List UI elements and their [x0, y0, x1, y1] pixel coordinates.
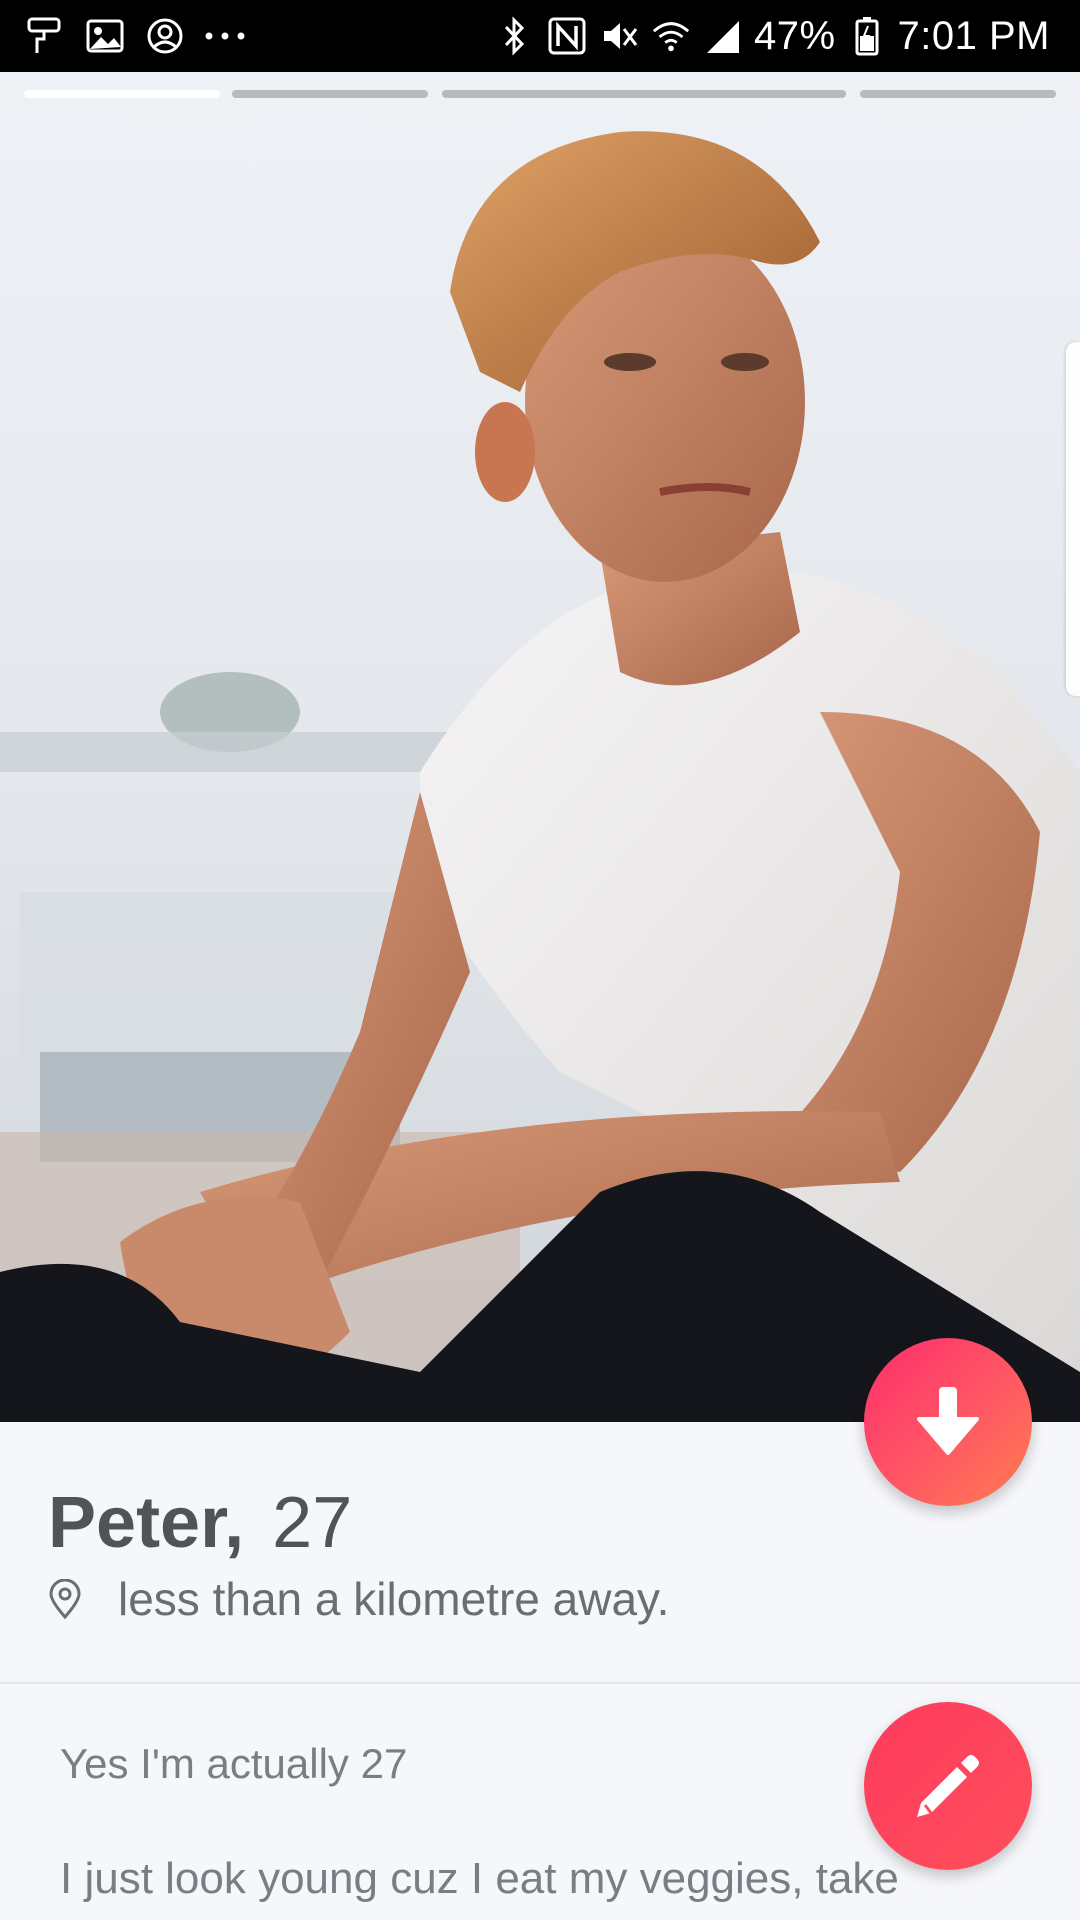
- location-pin-icon: [48, 1578, 88, 1620]
- paint-roller-icon: [24, 15, 66, 57]
- screen: 47% 7:01 PM Peter, 27 less than a kilome…: [0, 0, 1080, 1920]
- name-age-line: Peter, 27: [48, 1482, 352, 1564]
- photo-indicator-3[interactable]: [442, 90, 846, 98]
- status-right: 47% 7:01 PM: [494, 0, 1050, 72]
- distance-text: less than a kilometre away.: [118, 1573, 670, 1625]
- photo-indicator-1[interactable]: [24, 90, 220, 98]
- collapse-profile-button[interactable]: [864, 1338, 1032, 1506]
- battery-percent: 47%: [753, 13, 836, 58]
- bluetooth-icon: [494, 15, 536, 57]
- account-circle-icon: [144, 15, 186, 57]
- wifi-icon: [650, 15, 692, 57]
- status-left: [24, 0, 246, 72]
- arrow-down-icon: [915, 1383, 981, 1462]
- gallery-icon: [84, 15, 126, 57]
- signal-icon: [702, 15, 744, 57]
- profile-photo[interactable]: [0, 72, 1080, 1422]
- status-time: 7:01 PM: [897, 13, 1050, 58]
- distance-line: less than a kilometre away.: [48, 1572, 669, 1626]
- bio-line-2: I just look young cuz I eat my veggies, …: [60, 1854, 899, 1903]
- profile-age: 27: [272, 1483, 353, 1563]
- nfc-icon: [546, 15, 588, 57]
- edit-profile-button[interactable]: [864, 1702, 1032, 1870]
- profile-name: Peter,: [48, 1483, 245, 1563]
- more-dots-icon: [204, 15, 246, 57]
- mute-icon: [598, 15, 640, 57]
- battery-icon: [846, 15, 888, 57]
- scroll-handle[interactable]: [1066, 342, 1080, 696]
- bio-line-1: Yes I'm actually 27: [60, 1740, 408, 1787]
- pencil-icon: [911, 1747, 985, 1826]
- photo-indicator-4[interactable]: [860, 90, 1056, 98]
- photo-indicator-2[interactable]: [232, 90, 428, 98]
- status-bar: 47% 7:01 PM: [0, 0, 1080, 72]
